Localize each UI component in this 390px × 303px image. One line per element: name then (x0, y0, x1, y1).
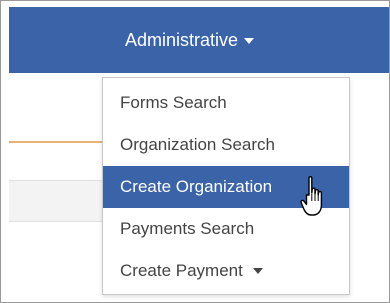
caret-down-icon (252, 268, 263, 274)
caret-down-icon (244, 38, 255, 44)
menu-item-create-payment[interactable]: Create Payment (103, 250, 349, 292)
background-panel (9, 180, 109, 222)
menu-item-organization-search[interactable]: Organization Search (103, 124, 349, 166)
page-divider (9, 141, 109, 143)
menu-item-label: Organization Search (120, 135, 275, 154)
menu-item-forms-search[interactable]: Forms Search (103, 82, 349, 124)
hand-pointer-icon (300, 176, 323, 216)
administrative-label: Administrative (125, 29, 239, 50)
menu-item-label: Create Organization (120, 177, 273, 196)
menu-item-label: Payments Search (120, 219, 255, 238)
top-navbar: Administrative (9, 7, 389, 73)
window-frame: Administrative Forms Search Organization… (0, 0, 390, 303)
menu-item-label: Forms Search (120, 93, 227, 112)
administrative-menu-toggle[interactable]: Administrative (125, 7, 305, 73)
menu-item-label: Create Payment (120, 261, 243, 280)
